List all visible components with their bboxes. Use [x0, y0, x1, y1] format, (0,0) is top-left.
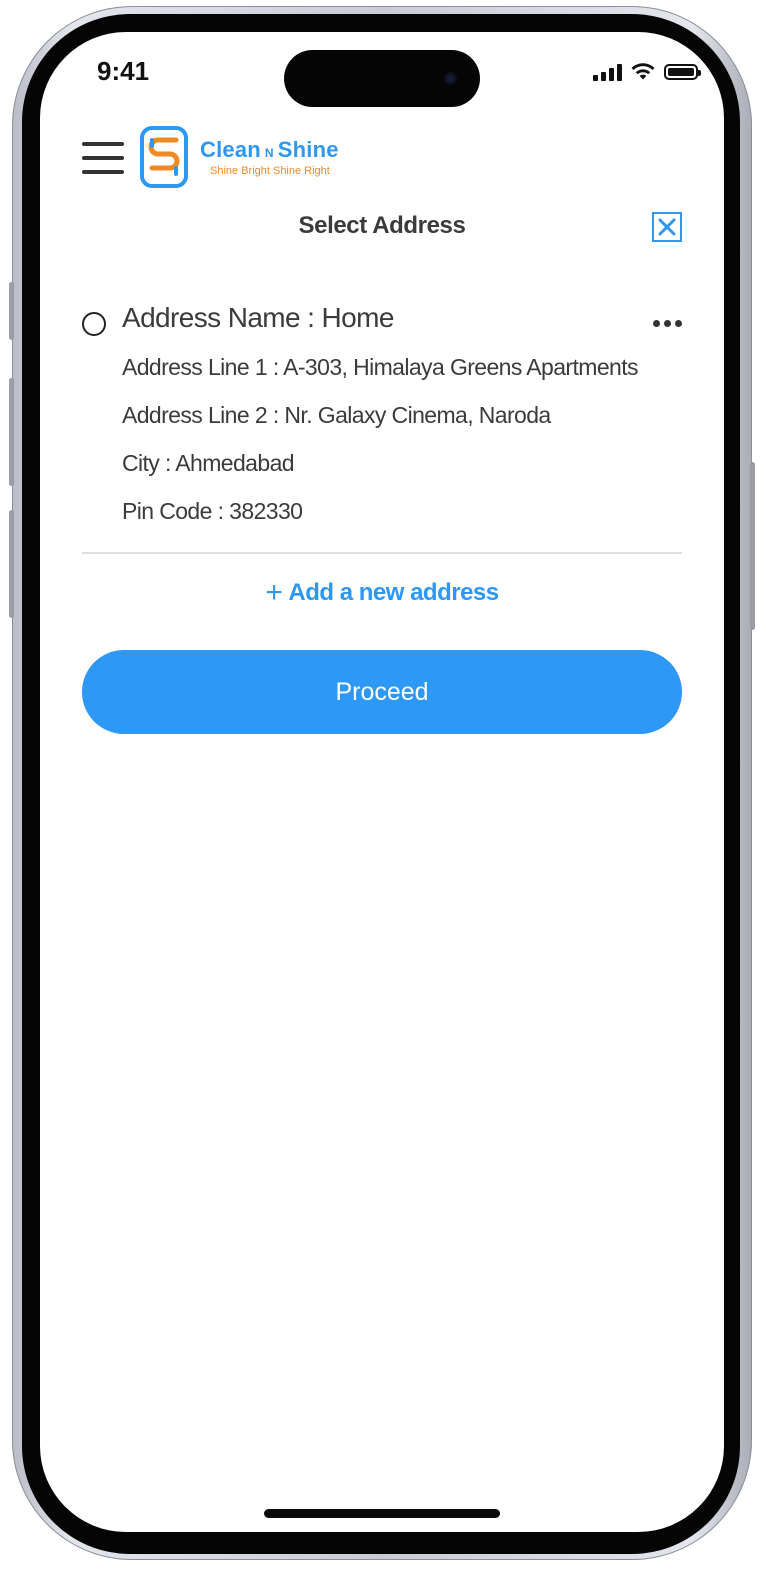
address-pincode: Pin Code : 382330	[122, 498, 303, 524]
screen: 9:41 Clean N Shine Shine Bright Shine Righ…	[40, 32, 724, 1532]
address-city: City : Ahmedabad	[122, 450, 295, 476]
home-indicator[interactable]	[264, 1509, 500, 1518]
plus-icon: +	[265, 576, 283, 609]
divider	[82, 552, 682, 554]
more-icon[interactable]	[653, 320, 682, 327]
dynamic-island	[284, 50, 480, 107]
menu-icon[interactable]	[82, 142, 124, 174]
phone-side-button-action	[9, 282, 14, 340]
address-name: Address Name : Home	[122, 302, 394, 333]
address-radio[interactable]	[82, 312, 106, 336]
phone-side-button-volume-down	[9, 510, 14, 618]
address-line-1: Address Line 1 : A-303, Himalaya Greens …	[122, 354, 639, 380]
phone-side-button-volume-up	[9, 378, 14, 486]
signal-icon	[593, 63, 622, 81]
battery-icon	[664, 63, 701, 80]
logo-mark-icon	[140, 126, 188, 188]
add-new-address-label: Add a new address	[288, 579, 499, 606]
camera-icon	[444, 72, 457, 85]
brand-logo: Clean N Shine Shine Bright Shine Right	[140, 126, 339, 188]
page-title: Select Address	[298, 212, 466, 239]
proceed-button[interactable]: Proceed	[82, 650, 682, 734]
close-icon[interactable]	[652, 212, 682, 242]
phone-side-button-power	[750, 462, 755, 630]
wifi-icon	[631, 63, 655, 80]
add-new-address-link[interactable]: + Add a new address	[40, 576, 724, 610]
address-line-2: Address Line 2 : Nr. Galaxy Cinema, Naro…	[122, 402, 551, 428]
status-icons	[593, 62, 701, 81]
logo-name: Clean N Shine	[200, 137, 339, 162]
logo-text: Clean N Shine Shine Bright Shine Right	[200, 137, 339, 177]
status-time: 9:41	[97, 56, 150, 86]
logo-tagline: Shine Bright Shine Right	[210, 165, 330, 177]
